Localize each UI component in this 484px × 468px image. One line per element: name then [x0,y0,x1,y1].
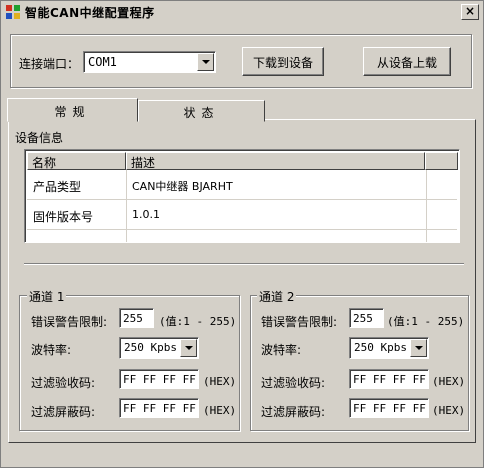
channel-1-acc-code-input[interactable]: FF FF FF FF [119,369,199,389]
app-icon [6,5,20,19]
channel-2-acc-code-input[interactable]: FF FF FF FF [349,369,429,389]
channel-2-baud-select[interactable]: 250 Kpbs [349,337,429,359]
table-cell: 产品类型 [33,180,82,194]
table-cell: CAN中继器 BJARHT [132,180,233,193]
tab-status[interactable]: 状态 [138,100,265,122]
channel-1-acc-code-unit: (HEX) [203,375,237,388]
separator [24,263,464,265]
chevron-down-icon[interactable] [180,339,197,357]
column-header-name[interactable]: 名称 [27,152,126,170]
close-icon: × [464,4,476,18]
port-select[interactable]: COM1 [83,51,216,73]
column-divider [426,170,427,242]
title-bar[interactable]: 智能CAN中继配置程序 × [1,1,483,23]
table-cell: 固件版本号 [33,210,94,224]
device-info-list[interactable]: 名称 描述 产品类型 CAN中继器 BJARHT 固件版本号 1.0.1 [24,149,460,243]
channel-1-mask-label: 过滤屏蔽码: [31,405,96,419]
channel-2-baud-label: 波特率: [261,343,302,357]
column-header-empty[interactable] [425,152,458,170]
channel-2-acc-code-unit: (HEX) [432,375,466,388]
channel-2-acc-code-label: 过滤验收码: [261,376,326,390]
channel-2-warn-hint: (值:1 - 255) [387,315,465,328]
table-cell: 1.0.1 [132,208,160,221]
column-divider [126,170,127,242]
download-to-device-button[interactable]: 下载到设备 [242,47,324,76]
channel-1-mask-unit: (HEX) [203,404,237,417]
channel-2-warn-input[interactable]: 255 [349,308,384,328]
chevron-down-icon[interactable] [197,53,214,71]
main-window: 智能CAN中继配置程序 × 连接端口： COM1 下载到设备 从设备上载 常规 … [0,0,484,468]
tab-general[interactable]: 常规 [7,98,138,122]
channel-2-title: 通道 2 [257,288,297,305]
port-select-value: COM1 [88,55,117,69]
channel-1-warn-hint: (值:1 - 255) [159,315,237,328]
channel-2-warn-label: 错误警告限制: [261,315,338,329]
channel-1-warn-label: 错误警告限制: [31,315,108,329]
row-divider [27,199,457,200]
close-button[interactable]: × [461,4,479,20]
channel-1-baud-label: 波特率: [31,343,72,357]
channel-1-acc-code-label: 过滤验收码: [31,376,96,390]
port-label: 连接端口： [19,57,80,71]
device-info-label: 设备信息 [15,131,64,145]
channel-1-warn-input[interactable]: 255 [119,308,154,328]
channel-2-mask-unit: (HEX) [432,404,466,417]
channel-2-mask-input[interactable]: FF FF FF FF [349,398,429,418]
channel-2-mask-label: 过滤屏蔽码: [261,405,326,419]
upload-from-device-button[interactable]: 从设备上载 [363,47,451,76]
channel-1-baud-select[interactable]: 250 Kpbs [119,337,199,359]
column-header-description[interactable]: 描述 [126,152,425,170]
channel-1-mask-input[interactable]: FF FF FF FF [119,398,199,418]
channel-1-title: 通道 1 [27,288,67,305]
row-divider [27,229,457,230]
window-title: 智能CAN中继配置程序 [25,6,155,20]
chevron-down-icon[interactable] [410,339,427,357]
